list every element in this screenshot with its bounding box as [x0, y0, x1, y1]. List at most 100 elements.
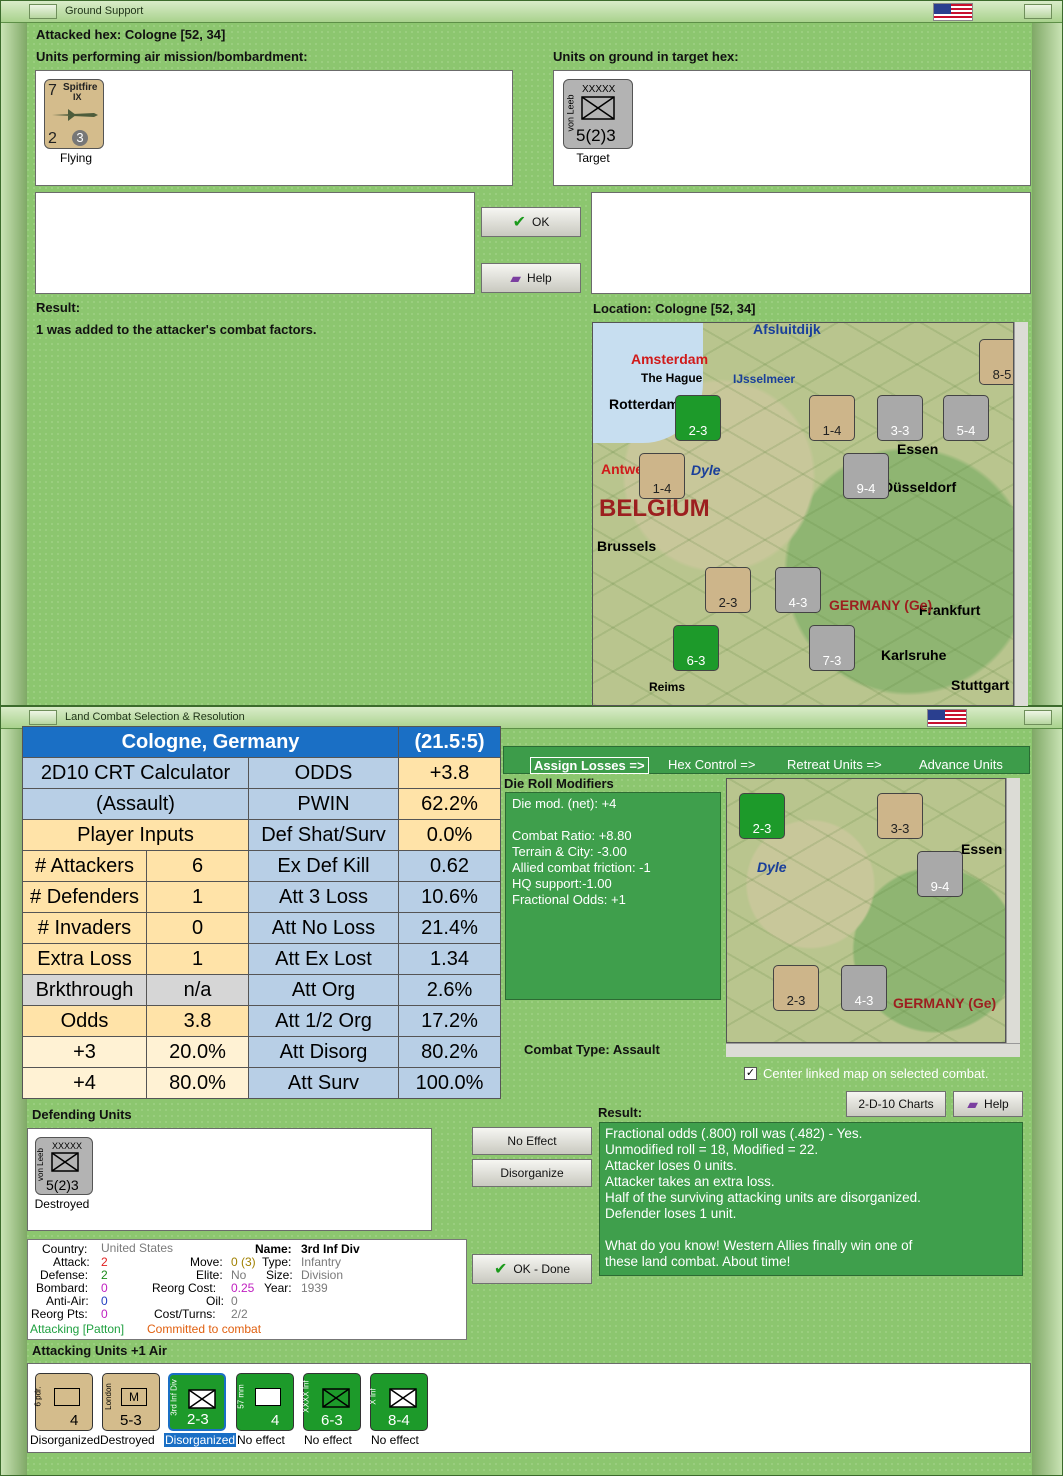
attacker-name: 6 pdr. — [33, 1386, 43, 1407]
crt-calc-title: 2D10 CRT Calculator — [22, 757, 249, 789]
map-counter[interactable]: 2-3 — [773, 965, 819, 1011]
map-town-stuttgart: Stuttgart — [951, 677, 1010, 693]
crt-value-att-half-org: 17.2% — [398, 1005, 501, 1037]
tab-assign-losses[interactable]: Assign Losses => — [530, 757, 649, 774]
attacker-counter-57mm[interactable]: 57 mm 4 — [236, 1373, 294, 1431]
crt-value-extra-loss[interactable]: 1 — [146, 943, 249, 975]
map-counter[interactable]: 2-3 — [705, 567, 751, 613]
window-title: Ground Support — [65, 5, 144, 17]
center-map-checkbox[interactable]: ✓ — [744, 1067, 757, 1080]
map-counter[interactable]: 4-3 — [775, 567, 821, 613]
no-effect-button[interactable]: No Effect — [472, 1127, 592, 1155]
combat-map-hscroll[interactable] — [726, 1043, 1020, 1057]
tab-retreat-units[interactable]: Retreat Units => — [787, 757, 882, 772]
map-counter[interactable]: 5-4 — [943, 395, 989, 441]
crt-label-attackers: # Attackers — [22, 850, 147, 882]
window-frame-right — [1032, 729, 1062, 1475]
crt-label-att-ex-lost: Att Ex Lost — [248, 943, 399, 975]
location-label: Location: Cologne [52, 34] — [593, 301, 756, 316]
attacker-counter-x-inf[interactable]: X Inf 8-4 — [368, 1373, 428, 1431]
location-map[interactable]: Afsluitdijk Amsterdam The Hague IJsselme… — [592, 322, 1014, 706]
ok-button[interactable]: ✔ OK — [481, 207, 581, 237]
attacker-name: X Inf — [368, 1388, 378, 1405]
help-button[interactable]: ▰ Help — [481, 263, 581, 293]
location-map-scrollbar[interactable] — [1014, 322, 1028, 706]
map-town-karlsruhe: Karlsruhe — [881, 647, 947, 663]
attacker-factors: 4 — [271, 1412, 280, 1429]
no-effect-label: No Effect — [507, 1134, 557, 1148]
ok-done-button[interactable]: ✔ OK - Done — [472, 1254, 592, 1284]
map-counter[interactable]: 9-4 — [917, 851, 963, 897]
map-counter[interactable]: 1-4 — [809, 395, 855, 441]
air-units-list[interactable] — [35, 70, 513, 186]
elite-label: Elite: — [196, 1268, 223, 1282]
close-button[interactable] — [1024, 4, 1052, 19]
combat-type: Combat Type: Assault — [524, 1042, 660, 1057]
attacker-counter-xxxx-inf[interactable]: XXXX Inf 6-3 — [302, 1373, 361, 1431]
attacker-counter-london[interactable]: London M 5-3 — [102, 1373, 160, 1431]
crt-value-odds-input[interactable]: 3.8 — [146, 1005, 249, 1037]
tab-hex-control[interactable]: Hex Control => — [668, 757, 755, 772]
attacker-counter-6pdr[interactable]: 6 pdr. 4 — [33, 1373, 93, 1431]
combat-map[interactable]: Dyle Essen GERMANY (Ge) 2-3 3-3 9-4 2-3 … — [726, 778, 1006, 1043]
reorg-cost-label: Reorg Cost: — [152, 1281, 217, 1295]
disorganize-button[interactable]: Disorganize — [472, 1159, 592, 1187]
crt-value-defenders[interactable]: 1 — [146, 881, 249, 913]
map-town-essen: Essen — [897, 441, 939, 457]
reorg-cost-value: 0.25 — [231, 1281, 255, 1295]
crt-value-pwin: 62.2% — [398, 788, 501, 820]
help-book-icon: ▰ — [967, 1095, 979, 1112]
year-value: 1939 — [301, 1281, 328, 1295]
crt-value-invaders[interactable]: 0 — [146, 912, 249, 944]
target-counter[interactable]: XXXXX von Leeb 5(2)3 — [563, 79, 633, 149]
map-counter[interactable]: 2-3 — [739, 793, 785, 839]
defender-status: Destroyed — [34, 1197, 90, 1211]
ok-label: OK — [532, 215, 550, 229]
defender-commander: von Leeb — [35, 1148, 45, 1181]
window-menu-button[interactable] — [29, 710, 57, 725]
map-counter[interactable]: 3-3 — [877, 793, 923, 839]
crt-value-att-3-loss: 10.6% — [398, 881, 501, 913]
defending-units-label: Defending Units — [32, 1107, 132, 1122]
infantry-symbol-icon — [322, 1388, 350, 1408]
map-counter[interactable]: 7-3 — [809, 625, 855, 671]
window-menu-button[interactable] — [29, 4, 57, 19]
crt-value-attackers[interactable]: 6 — [146, 850, 249, 882]
map-counter[interactable]: 9-4 — [843, 453, 889, 499]
map-counter[interactable]: 8-5 — [979, 339, 1013, 385]
name-value: 3rd Inf Div — [301, 1242, 360, 1256]
defender-counter[interactable]: XXXXX von Leeb 5(2)3 — [35, 1137, 93, 1195]
infantry-symbol-icon — [581, 96, 615, 120]
map-town-rotterdam: Rotterdam — [609, 396, 680, 412]
crt-charts-button[interactable]: 2-D-10 Charts — [846, 1091, 946, 1117]
reorg-label: Reorg Pts: — [31, 1307, 88, 1321]
result-text: 1 was added to the attacker's combat fac… — [36, 322, 317, 337]
attacker-status: Destroyed — [100, 1433, 155, 1447]
map-counter[interactable]: 2-3 — [675, 395, 721, 441]
air-units-label: Units performing air mission/bombardment… — [36, 49, 308, 64]
map-counter[interactable]: 1-4 — [639, 453, 685, 499]
target-commander: von Leeb — [565, 94, 576, 132]
attacker-status: Disorganized — [30, 1433, 101, 1447]
die-roll-line: Allied combat friction: -1 — [512, 860, 651, 875]
spitfire-counter[interactable]: 7 Spitfire IX 2 3 — [44, 79, 104, 149]
help-button[interactable]: ▰ Help — [953, 1091, 1023, 1117]
map-counter[interactable]: 6-3 — [673, 625, 719, 671]
attacker-counter-3rd-inf-div[interactable]: 3rd Inf Div 2-3 — [168, 1373, 226, 1431]
combat-map-vscroll[interactable] — [1006, 778, 1020, 1043]
ground-units-label: Units on ground in target hex: — [553, 49, 739, 64]
center-map-label: Center linked map on selected combat. — [763, 1066, 989, 1081]
map-town-the-hague: The Hague — [641, 371, 703, 385]
close-button[interactable] — [1024, 710, 1052, 725]
ground-support-titlebar[interactable]: Ground Support — [1, 1, 1062, 23]
map-counter[interactable]: 3-3 — [877, 395, 923, 441]
cost-value: 2/2 — [231, 1307, 248, 1321]
crt-label-breakthrough: Brkthrough — [22, 974, 147, 1006]
map-counter[interactable]: 4-3 — [841, 965, 887, 1011]
crt-label-att-surv: Att Surv — [248, 1067, 399, 1099]
window-title: Land Combat Selection & Resolution — [65, 711, 245, 723]
antiair-value: 0 — [101, 1294, 108, 1308]
air-defense: 2 — [48, 130, 57, 147]
tab-advance-units[interactable]: Advance Units — [919, 757, 1003, 772]
attacker-status-selected: Disorganized — [164, 1433, 237, 1447]
